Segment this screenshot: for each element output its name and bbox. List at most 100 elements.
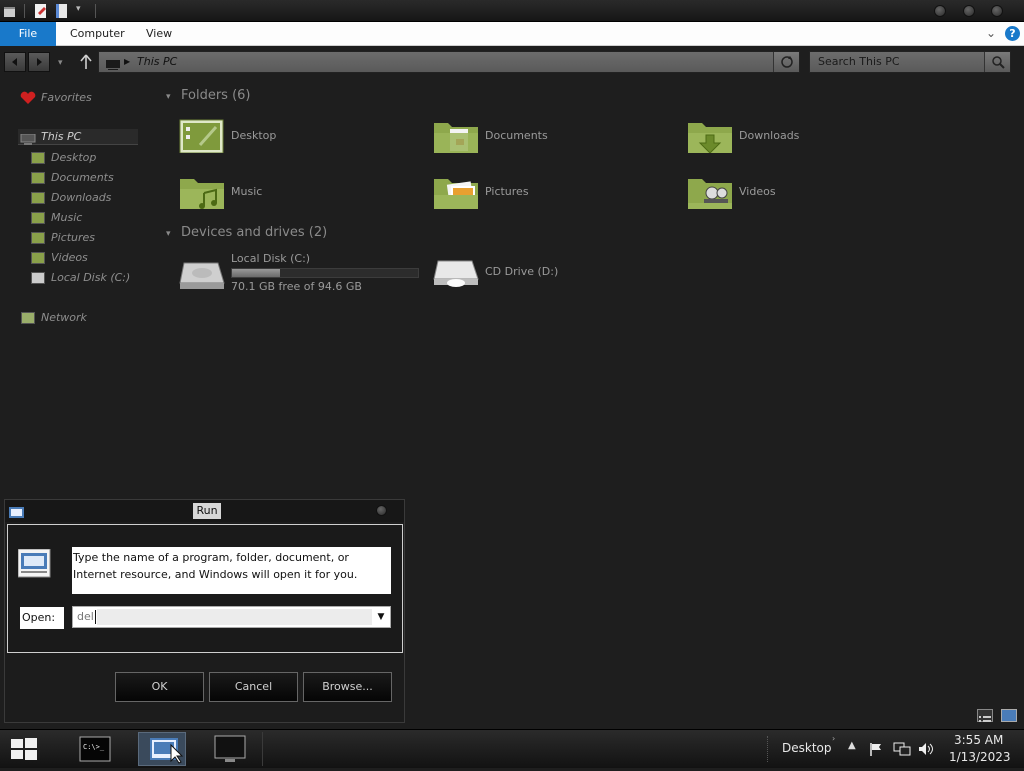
taskbar-run-button[interactable] [138, 732, 186, 766]
favorites-icon [20, 90, 36, 109]
sidebar-item-label: This PC [41, 130, 82, 143]
browse-button[interactable]: Browse... [303, 672, 392, 702]
properties-icon[interactable] [34, 3, 48, 19]
search-input[interactable]: Search This PC [818, 52, 900, 72]
run-dialog-titlebar[interactable]: Run [5, 500, 404, 522]
tab-computer[interactable]: Computer [58, 22, 137, 46]
address-bar[interactable]: ▶ This PC [98, 51, 800, 73]
pictures-icon [31, 232, 45, 244]
clock-date[interactable]: 1/13/2023 [949, 750, 1011, 764]
collapse-folders-icon[interactable]: ▾ [166, 92, 171, 102]
expand-ribbon-icon[interactable]: ⌄ [986, 26, 996, 40]
taskbar-cmd-button[interactable]: C:\>_ [71, 732, 119, 766]
run-open-label: Open: [20, 607, 64, 629]
sidebar-item-videos[interactable]: Videos [51, 250, 88, 266]
sidebar-item-network[interactable]: Network [41, 310, 87, 326]
cd-drive-icon [433, 260, 479, 287]
folder-label: Music [231, 185, 263, 198]
show-hidden-icons-icon[interactable]: ▲ [848, 740, 856, 751]
drive-name: Local Disk (C:) [231, 252, 311, 265]
folder-downloads[interactable]: Downloads [686, 117, 799, 157]
recent-locations-icon[interactable]: ▾ [58, 58, 63, 68]
sidebar-item-favorites[interactable]: Favorites [41, 90, 92, 106]
sidebar-item-desktop[interactable]: Desktop [51, 150, 96, 166]
network-tray-icon[interactable] [893, 741, 911, 761]
folders-group-header[interactable]: Folders (6) [181, 88, 251, 103]
run-dialog-title: Run [193, 503, 221, 519]
hard-drive-icon [179, 262, 225, 289]
pictures-folder-icon [434, 179, 478, 211]
run-program-icon [17, 548, 52, 583]
help-icon[interactable]: ? [1005, 26, 1020, 41]
folder-label: Downloads [739, 129, 800, 142]
tab-view[interactable]: View [134, 22, 184, 46]
large-icons-view-icon[interactable] [1001, 709, 1017, 722]
drive-cd[interactable]: CD Drive (D:) [432, 253, 558, 295]
breadcrumb-this-pc[interactable]: This PC [137, 52, 177, 72]
start-button[interactable] [10, 737, 38, 765]
music-folder-icon [180, 179, 224, 211]
volume-icon[interactable] [917, 741, 935, 761]
close-button[interactable] [991, 5, 1003, 17]
run-icon [150, 738, 184, 764]
customize-qa-icon[interactable]: ▾ [76, 4, 81, 14]
folder-desktop[interactable]: Desktop [178, 117, 276, 157]
search-icon[interactable] [984, 52, 1010, 72]
devices-group-header[interactable]: Devices and drives (2) [181, 225, 327, 240]
search-box[interactable]: Search This PC [809, 51, 1011, 73]
taskbar-explorer-button[interactable] [205, 732, 253, 766]
collapse-devices-icon[interactable]: ▾ [166, 229, 171, 239]
folder-documents[interactable]: Documents [432, 117, 548, 157]
drive-usage-fill [232, 269, 281, 277]
drive-free-space: 70.1 GB free of 94.6 GB [231, 280, 362, 293]
folder-music[interactable]: Music [178, 173, 262, 213]
folder-label: Videos [739, 185, 776, 198]
run-dialog: Run Type the name of a program, folder, … [4, 499, 405, 723]
ok-button[interactable]: OK [115, 672, 204, 702]
run-input-selection [97, 609, 372, 625]
maximize-button[interactable] [963, 5, 975, 17]
details-view-icon[interactable] [977, 709, 993, 722]
up-button[interactable] [78, 53, 94, 75]
sidebar-item-downloads[interactable]: Downloads [51, 190, 111, 206]
run-open-input[interactable]: del ▼ [72, 606, 391, 628]
folder-pictures[interactable]: Pictures [432, 173, 529, 213]
clock-time[interactable]: 3:55 AM [954, 733, 1003, 747]
cancel-button[interactable]: Cancel [209, 672, 298, 702]
tab-file[interactable]: File [0, 22, 56, 46]
network-icon [21, 312, 35, 324]
refresh-button[interactable] [773, 52, 799, 72]
desktop-toolbar-label[interactable]: Desktop [782, 741, 832, 755]
run-description-line1: Type the name of a program, folder, docu… [73, 551, 349, 564]
drive-name: CD Drive (D:) [485, 265, 559, 278]
run-app-icon [9, 504, 25, 523]
run-description: Type the name of a program, folder, docu… [72, 547, 391, 594]
sidebar-item-local-disk[interactable]: Local Disk (C:) [51, 270, 130, 286]
ribbon-tabs: File Computer View ⌄ ? [0, 22, 1024, 46]
back-button[interactable] [4, 52, 26, 72]
action-center-flag-icon[interactable] [868, 741, 884, 761]
folder-videos[interactable]: Videos [686, 173, 776, 213]
music-icon [31, 212, 45, 224]
drive-usage-bar [231, 268, 419, 278]
monitor-icon [214, 735, 246, 762]
computer-icon [20, 131, 36, 150]
folder-label: Pictures [485, 185, 529, 198]
app-icon [3, 3, 17, 19]
sidebar-item-pictures[interactable]: Pictures [51, 230, 95, 246]
drive-local-disk[interactable]: Local Disk (C:) 70.1 GB free of 94.6 GB [178, 251, 423, 293]
command-prompt-icon: C:\>_ [79, 736, 111, 762]
downloads-icon [31, 192, 45, 204]
breadcrumb-chevron-icon[interactable]: ▶ [124, 52, 130, 72]
window-titlebar: ▾ [0, 0, 1024, 22]
run-close-button[interactable] [376, 505, 387, 516]
run-dropdown-icon[interactable]: ▼ [372, 607, 390, 627]
new-folder-icon[interactable] [55, 3, 69, 19]
forward-button[interactable] [28, 52, 50, 72]
minimize-button[interactable] [934, 5, 946, 17]
run-dialog-body: Type the name of a program, folder, docu… [7, 524, 403, 653]
toolbar-chevron-icon[interactable]: › [832, 734, 835, 743]
sidebar-item-music[interactable]: Music [51, 210, 82, 226]
sidebar-item-documents[interactable]: Documents [51, 170, 114, 186]
sidebar-item-this-pc[interactable]: This PC [18, 129, 138, 145]
